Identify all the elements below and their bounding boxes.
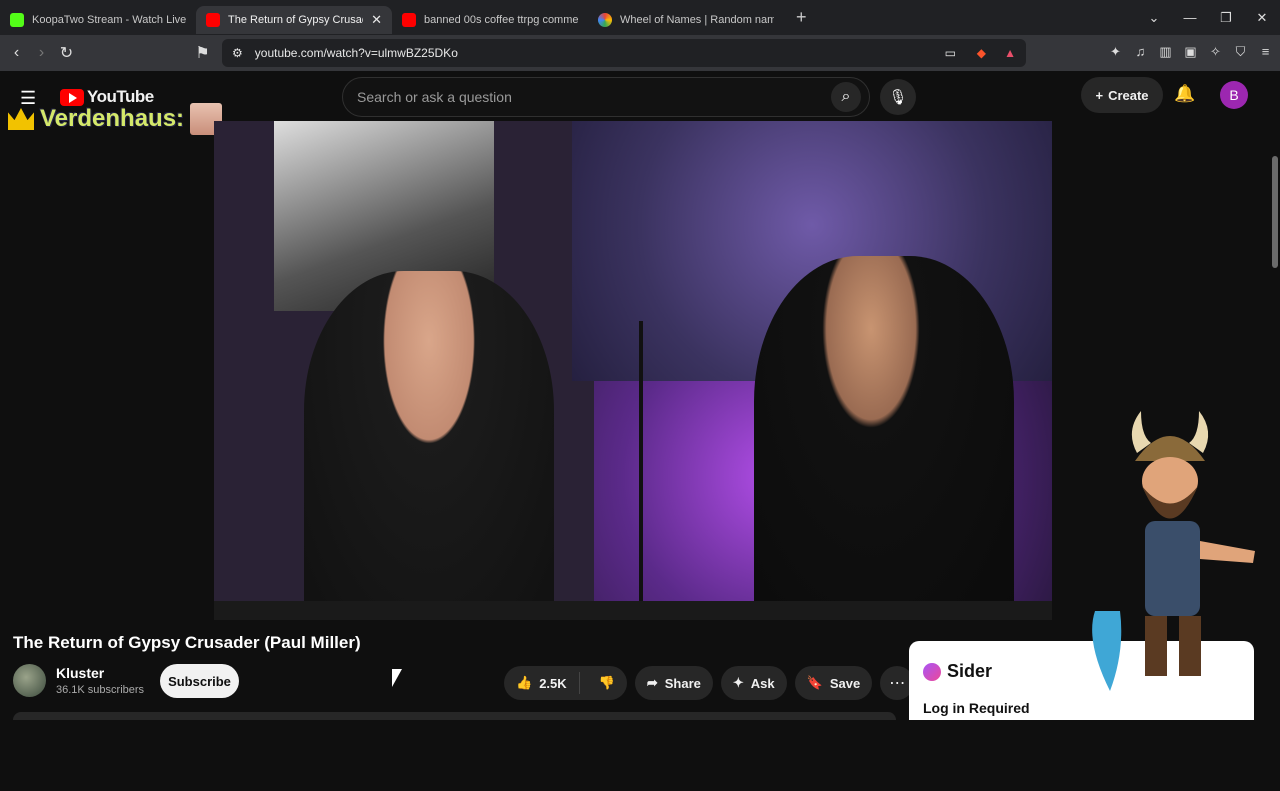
kick-favicon-icon bbox=[10, 12, 24, 27]
viking-axe bbox=[1092, 611, 1122, 691]
minimize-icon[interactable]: — bbox=[1172, 10, 1208, 25]
share-icon: ➦ bbox=[646, 675, 658, 690]
sider-logo-icon bbox=[923, 662, 941, 681]
viking-arm bbox=[1200, 541, 1255, 563]
extension-icons: ✦ ♫ ▥ ▣ ✧ ⛉ ≡ bbox=[1107, 44, 1274, 61]
maximize-icon[interactable]: ❐ bbox=[1208, 10, 1244, 26]
video-tripod bbox=[639, 321, 643, 620]
sidebar-icon[interactable]: ▥ bbox=[1157, 44, 1174, 61]
video-title: The Return of Gypsy Crusader (Paul Mille… bbox=[13, 633, 361, 652]
url-text[interactable]: youtube.com/watch?v=ulmwBZ25DKo bbox=[255, 46, 458, 60]
create-label: Create bbox=[1108, 87, 1149, 103]
reload-icon[interactable]: ↻ bbox=[54, 43, 79, 63]
back-icon[interactable]: ‹ bbox=[4, 44, 29, 62]
more-horizontal-icon: ⋯ bbox=[889, 675, 906, 692]
viking-leg-left bbox=[1145, 616, 1167, 676]
browser-tab-bar: KoopaTwo Stream - Watch Live o The Retur… bbox=[0, 0, 1280, 35]
wallet-icon[interactable]: ▣ bbox=[1182, 44, 1199, 61]
create-button[interactable]: + Create bbox=[1081, 77, 1163, 113]
like-count: 2.5K bbox=[539, 675, 567, 691]
tab-koopatwo[interactable]: KoopaTwo Stream - Watch Live o bbox=[0, 6, 196, 34]
plus-icon: + bbox=[1095, 87, 1104, 103]
new-tab-button[interactable]: + bbox=[784, 7, 819, 28]
sider-brand: Sider bbox=[923, 661, 992, 682]
youtube-page: ☰ YouTube Verdenhaus: Search or ask a qu… bbox=[0, 71, 1280, 791]
viking-leg-right bbox=[1179, 616, 1201, 676]
video-table bbox=[214, 601, 1052, 620]
search-icon[interactable]: ⌕ bbox=[831, 82, 861, 112]
scrollbar-thumb[interactable] bbox=[1272, 156, 1278, 268]
site-info-icon[interactable]: ⚙ bbox=[232, 46, 243, 60]
brave-rewards-icon[interactable]: ▲ bbox=[1004, 46, 1016, 60]
address-bar-row: ‹ › ↻ ⚑ ⚙ youtube.com/watch?v=ulmwBZ25DK… bbox=[0, 35, 1280, 71]
video-person-left bbox=[304, 271, 554, 620]
tab-banned-coffee[interactable]: banned 00s coffee ttrpg commercial bbox=[392, 6, 588, 34]
search-input[interactable]: Search or ask a question ⌕ bbox=[342, 77, 870, 117]
cast-icon[interactable]: ▭ bbox=[945, 46, 956, 60]
bookmark-icon[interactable]: ⚑ bbox=[190, 43, 215, 63]
like-dislike-group: 👍 2.5K 👎 bbox=[504, 666, 627, 700]
tab-title: KoopaTwo Stream - Watch Live o bbox=[32, 13, 186, 26]
tab-wheel-of-names[interactable]: Wheel of Names | Random name pic bbox=[588, 6, 784, 34]
menu-icon[interactable]: ≡ bbox=[1257, 44, 1274, 61]
leo-ai-icon[interactable]: ✧ bbox=[1207, 44, 1224, 61]
microphone-icon[interactable]: 🎙 bbox=[880, 79, 916, 115]
youtube-favicon-icon bbox=[402, 12, 416, 27]
brave-shield-icon[interactable]: ◆ bbox=[977, 46, 986, 60]
channel-info[interactable]: Kluster 36.1K subscribers bbox=[13, 664, 144, 697]
viking-mascot-overlay bbox=[1092, 411, 1255, 691]
tab-search-icon[interactable]: ⌄ bbox=[1136, 10, 1172, 26]
tab-gypsy-crusader[interactable]: The Return of Gypsy Crusader ✕ bbox=[196, 5, 392, 34]
bookmark-save-icon: 🔖 bbox=[806, 675, 823, 690]
sider-brand-text: Sider bbox=[947, 661, 993, 681]
tab-title: The Return of Gypsy Crusader bbox=[228, 13, 364, 26]
share-button[interactable]: ➦ Share bbox=[634, 666, 713, 700]
save-label: Save bbox=[829, 675, 861, 691]
overlay-name-text: Verdenhaus: bbox=[40, 105, 185, 132]
sparkle-icon: ✦ bbox=[732, 675, 744, 690]
close-window-icon[interactable]: ✕ bbox=[1244, 10, 1280, 26]
vpn-icon[interactable]: ⛉ bbox=[1232, 44, 1249, 61]
channel-name[interactable]: Kluster bbox=[56, 665, 144, 681]
viking-body bbox=[1145, 521, 1200, 616]
thumbs-up-icon: 👍 bbox=[516, 675, 533, 690]
window-controls: ⌄ — ❐ ✕ bbox=[1136, 0, 1280, 35]
notifications-bell-icon[interactable]: 🔔 bbox=[1174, 84, 1195, 104]
tab-title: banned 00s coffee ttrpg commercial bbox=[424, 13, 578, 26]
thumbs-down-icon: 👎 bbox=[598, 675, 615, 690]
crown-icon bbox=[8, 108, 34, 130]
sider-login-text[interactable]: Log in Required bbox=[923, 700, 1030, 716]
page-scrollbar[interactable] bbox=[1270, 142, 1280, 791]
stream-overlay-name: Verdenhaus: bbox=[8, 103, 223, 135]
channel-avatar[interactable] bbox=[13, 664, 46, 697]
dislike-button[interactable]: 👎 bbox=[587, 675, 627, 691]
description-box-edge[interactable] bbox=[13, 712, 896, 720]
account-avatar[interactable]: B bbox=[1220, 81, 1248, 109]
subscribe-button[interactable]: Subscribe bbox=[160, 664, 239, 698]
music-icon[interactable]: ♫ bbox=[1132, 44, 1149, 61]
video-person-right bbox=[754, 256, 1014, 620]
like-button[interactable]: 👍 2.5K bbox=[504, 672, 580, 694]
share-label: Share bbox=[664, 675, 701, 691]
url-bar[interactable]: ⚙ youtube.com/watch?v=ulmwBZ25DKo ▭ ◆ ▲ bbox=[222, 39, 1026, 67]
youtube-favicon-icon bbox=[206, 12, 220, 27]
ask-button[interactable]: ✦ Ask bbox=[720, 666, 787, 700]
mouse-cursor-icon bbox=[392, 669, 402, 687]
subscriber-count: 36.1K subscribers bbox=[56, 684, 145, 696]
ask-label: Ask bbox=[750, 675, 775, 691]
search-placeholder: Search or ask a question bbox=[357, 89, 512, 105]
close-tab-icon[interactable]: ✕ bbox=[371, 12, 382, 28]
tab-title: Wheel of Names | Random name pic bbox=[620, 13, 774, 26]
extensions-icon[interactable]: ✦ bbox=[1107, 44, 1124, 61]
wheel-favicon-icon bbox=[598, 12, 612, 27]
video-player[interactable] bbox=[214, 121, 1052, 620]
save-button[interactable]: 🔖 Save bbox=[794, 666, 873, 700]
video-actions: 👍 2.5K 👎 ➦ Share ✦ Ask 🔖 Save ⋯ bbox=[504, 666, 915, 700]
forward-icon[interactable]: › bbox=[29, 44, 54, 62]
